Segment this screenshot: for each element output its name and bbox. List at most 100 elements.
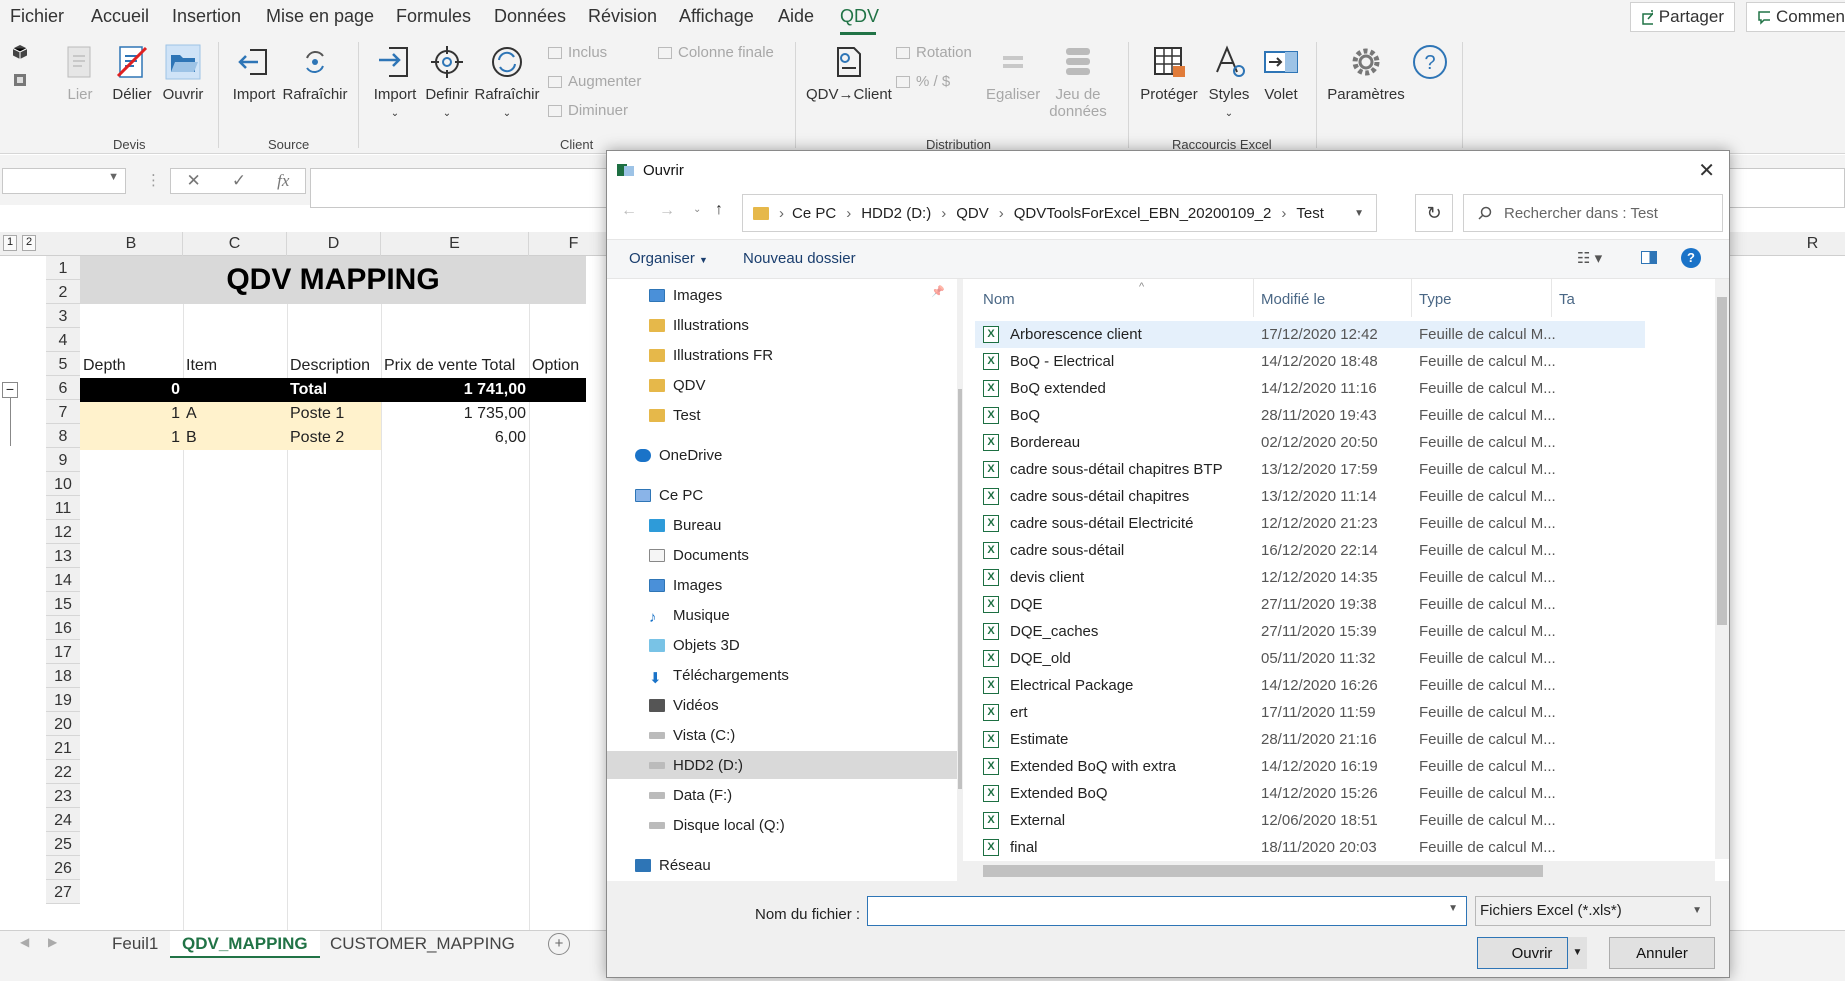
nav-scroll-thumb[interactable] bbox=[958, 389, 962, 789]
file-row[interactable]: Xcadre sous-détail chapitres 13/12/2020 1… bbox=[975, 483, 1645, 510]
nav-item[interactable]: Test bbox=[607, 401, 957, 429]
augmenter-button[interactable]: Augmenter bbox=[548, 73, 641, 90]
nav-item[interactable]: Images bbox=[607, 571, 957, 599]
menu-mise-en-page[interactable]: Mise en page bbox=[266, 6, 374, 27]
nav-item[interactable]: QDV bbox=[607, 371, 957, 399]
nav-item[interactable]: ♪ Musique bbox=[607, 601, 957, 629]
help-icon[interactable]: ? bbox=[1681, 248, 1701, 268]
nav-item[interactable]: HDD2 (D:) bbox=[607, 751, 957, 779]
row1-depth[interactable]: 1 bbox=[80, 402, 183, 426]
row-header[interactable]: 1 bbox=[46, 256, 80, 280]
row-header[interactable]: 22 bbox=[46, 760, 80, 784]
nav-item[interactable]: OneDrive bbox=[607, 441, 957, 469]
breadcrumb-test[interactable]: Test bbox=[1296, 205, 1324, 222]
column-header-c[interactable]: C bbox=[183, 232, 287, 256]
next-sheet-icon[interactable]: ▶ bbox=[48, 935, 57, 949]
name-box[interactable]: ▼ bbox=[2, 168, 126, 194]
column-modified[interactable]: Modifié le bbox=[1261, 291, 1325, 308]
jeu-de-donnees-button[interactable]: Jeu de données bbox=[1046, 44, 1110, 120]
collapse-group-button[interactable]: − bbox=[2, 382, 18, 398]
row2-price[interactable]: 6,00 bbox=[381, 426, 529, 450]
chevron-right-icon[interactable]: › bbox=[1281, 205, 1286, 222]
chevron-down-icon[interactable]: ▼ bbox=[1354, 208, 1364, 219]
nav-item[interactable]: Réseau bbox=[607, 851, 957, 879]
parametres-button[interactable]: Paramètres bbox=[1326, 44, 1406, 103]
chevron-down-icon[interactable]: ▼ bbox=[108, 171, 119, 183]
file-scrollbar-vertical[interactable] bbox=[1715, 279, 1729, 859]
nav-item[interactable]: Objets 3D bbox=[607, 631, 957, 659]
address-bar[interactable]: › Ce PC › HDD2 (D:) › QDV › QDVToolsForE… bbox=[742, 194, 1377, 232]
qdv-client-button[interactable]: QDV→Client bbox=[806, 44, 892, 103]
percent-dollar-button[interactable]: % / $ bbox=[896, 73, 950, 90]
menu-donnees[interactable]: Données bbox=[494, 6, 566, 27]
row-header[interactable]: 15 bbox=[46, 592, 80, 616]
delier-button[interactable]: Délier bbox=[110, 44, 154, 103]
file-row[interactable]: X Extended BoQ 14/12/2020 15:26 Feuille de … bbox=[975, 780, 1645, 807]
row-header[interactable]: 2 bbox=[46, 280, 80, 304]
dropdown-caret-icon[interactable]: ⌄ bbox=[1225, 108, 1233, 119]
column-header-r[interactable]: R bbox=[1780, 232, 1845, 256]
row-header[interactable]: 12 bbox=[46, 520, 80, 544]
header-item[interactable]: Item bbox=[183, 354, 287, 378]
column-divider[interactable] bbox=[1253, 279, 1254, 317]
close-icon[interactable]: ✕ bbox=[1698, 158, 1715, 183]
row-header[interactable]: 17 bbox=[46, 640, 80, 664]
view-options-icon[interactable]: ☷ ▾ bbox=[1577, 249, 1602, 267]
filename-input[interactable]: ▼ bbox=[867, 896, 1467, 926]
qdv-tools-icon[interactable] bbox=[12, 72, 28, 88]
menu-formules[interactable]: Formules bbox=[396, 6, 471, 27]
row-header[interactable]: 10 bbox=[46, 472, 80, 496]
definir-button[interactable]: Definir ⌄ bbox=[422, 44, 472, 120]
preview-pane-icon[interactable] bbox=[1641, 251, 1657, 264]
file-scrollbar-horizontal[interactable] bbox=[963, 861, 1715, 881]
row-header[interactable]: 16 bbox=[46, 616, 80, 640]
inclus-button[interactable]: Inclus bbox=[548, 44, 607, 61]
breadcrumb-qdv[interactable]: QDV bbox=[956, 205, 989, 222]
breadcrumb-hdd2[interactable]: HDD2 (D:) bbox=[861, 205, 931, 222]
file-row[interactable]: Xcadre sous-détail chapitres BTP 13/12/20… bbox=[975, 456, 1645, 483]
file-row[interactable]: X DQE_old 05/11/2020 11:32 Feuille de calcu… bbox=[975, 645, 1645, 672]
ouvrir-button[interactable]: Ouvrir bbox=[162, 44, 204, 103]
diminuer-button[interactable]: Diminuer bbox=[548, 102, 628, 119]
nav-item[interactable]: Vidéos bbox=[607, 691, 957, 719]
outline-level-2[interactable]: 2 bbox=[22, 235, 36, 251]
file-scroll-thumb[interactable] bbox=[1717, 297, 1727, 625]
rotation-button[interactable]: Rotation bbox=[896, 44, 972, 61]
search-input[interactable]: Rechercher dans : Test bbox=[1463, 194, 1723, 232]
file-row[interactable]: Xdevis client 12/12/2020 14:35 Feuille de … bbox=[975, 564, 1645, 591]
pin-icon[interactable]: 📌 bbox=[931, 285, 945, 298]
file-row[interactable]: X Electrical Package 14/12/2020 16:26 Feuil… bbox=[975, 672, 1645, 699]
row-header[interactable]: 8 bbox=[46, 424, 80, 448]
nav-item[interactable]: Bureau bbox=[607, 511, 957, 539]
file-row[interactable]: X Extended BoQ with extra 14/12/2020 16:19… bbox=[975, 753, 1645, 780]
row-header[interactable]: 3 bbox=[46, 304, 80, 328]
cancel-formula-icon[interactable]: ✕ bbox=[187, 171, 201, 191]
breadcrumb-ce-pc[interactable]: Ce PC bbox=[792, 205, 836, 222]
corner-cell[interactable]: 1 2 bbox=[0, 232, 80, 256]
row-header[interactable]: 24 bbox=[46, 808, 80, 832]
nav-item[interactable]: Images bbox=[607, 281, 957, 309]
column-header-e[interactable]: E bbox=[381, 232, 529, 256]
styles-button[interactable]: Styles ⌄ bbox=[1204, 44, 1254, 120]
total-description[interactable]: Total bbox=[287, 378, 381, 402]
file-type-filter[interactable]: Fichiers Excel (*.xls*) ▼ bbox=[1475, 896, 1711, 926]
row-header[interactable]: 5 bbox=[46, 352, 80, 376]
share-button[interactable]: Partager bbox=[1630, 2, 1735, 32]
organize-button[interactable]: Organiser ▼ bbox=[629, 250, 708, 267]
row-header[interactable]: 6 bbox=[46, 376, 80, 400]
file-row[interactable]: Xcadre sous-détail 16/12/2020 22:14 Feuill… bbox=[975, 537, 1645, 564]
menu-revision[interactable]: Révision bbox=[588, 6, 657, 27]
menu-accueil[interactable]: Accueil bbox=[91, 6, 149, 27]
add-sheet-icon[interactable]: + bbox=[548, 933, 570, 955]
sheet-tab-qdv-mapping[interactable]: QDV_MAPPING bbox=[170, 931, 320, 959]
menu-qdv[interactable]: QDV bbox=[840, 6, 879, 27]
lier-button[interactable]: Lier bbox=[60, 44, 100, 103]
row-header[interactable]: 23 bbox=[46, 784, 80, 808]
new-folder-button[interactable]: Nouveau dossier bbox=[743, 250, 856, 267]
row1-description[interactable]: Poste 1 bbox=[287, 402, 381, 426]
row-header[interactable]: 4 bbox=[46, 328, 80, 352]
source-import-button[interactable]: Import bbox=[230, 44, 278, 103]
row2-depth[interactable]: 1 bbox=[80, 426, 183, 450]
nav-item[interactable]: Data (F:) bbox=[607, 781, 957, 809]
nav-item[interactable]: Documents bbox=[607, 541, 957, 569]
